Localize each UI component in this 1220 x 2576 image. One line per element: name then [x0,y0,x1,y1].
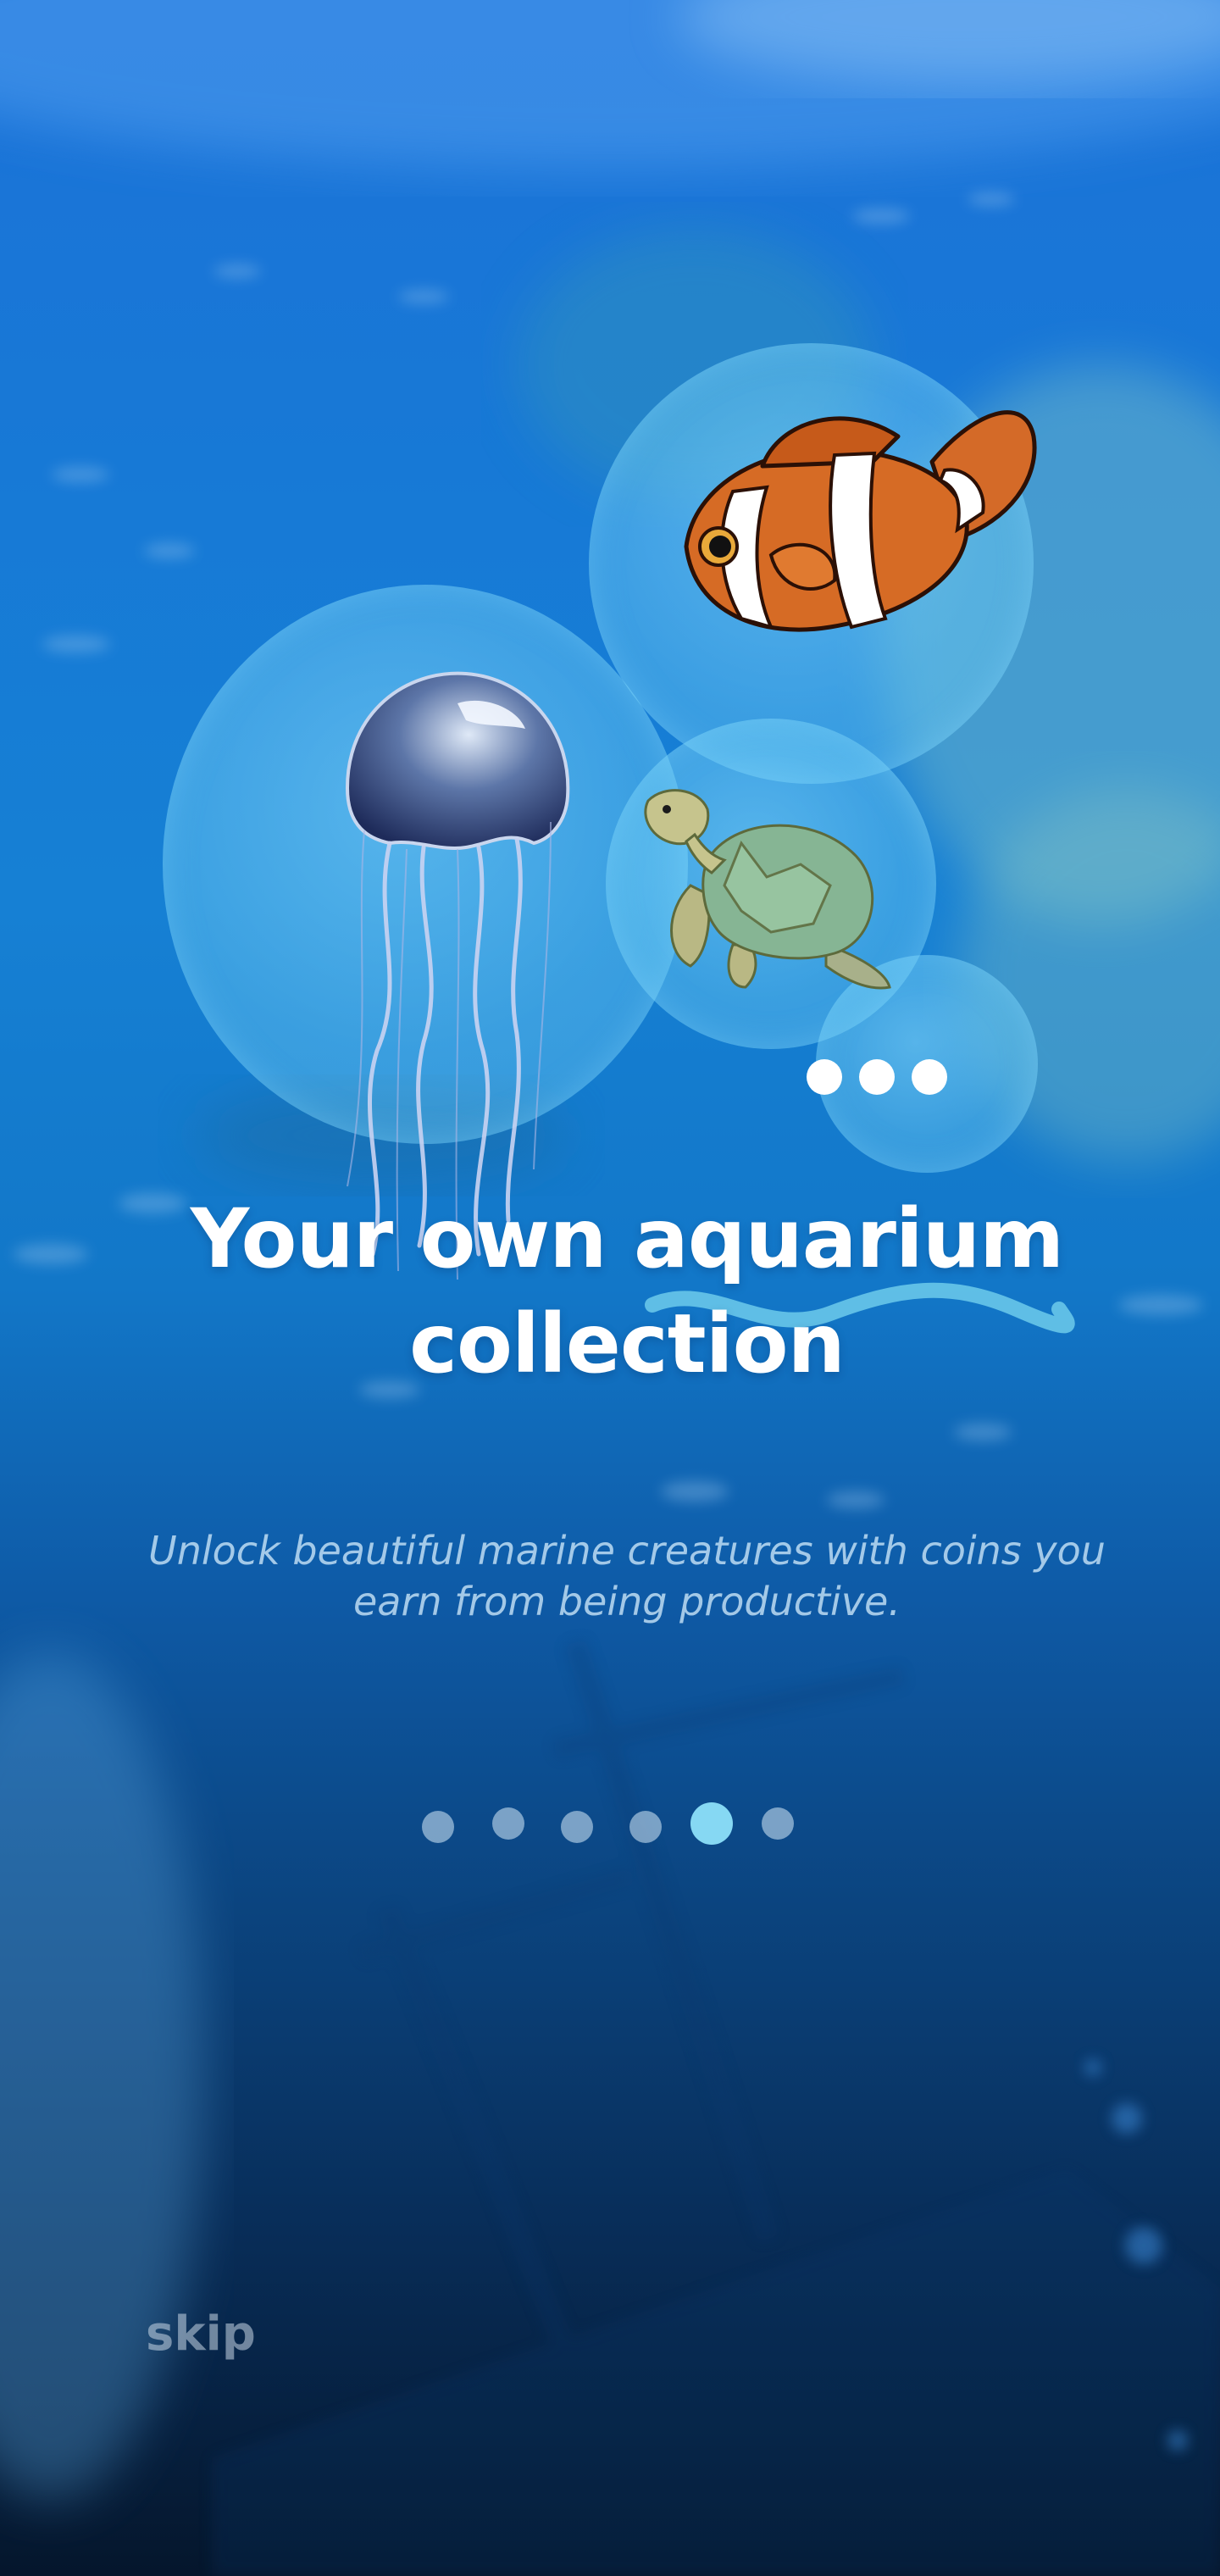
page-dot-1[interactable] [422,1811,454,1843]
page-dot-6[interactable] [762,1807,794,1840]
page-dot-4[interactable] [629,1811,662,1843]
page-indicator [0,1801,1220,1848]
onboarding-title: Your own aquarium collection [190,1191,1064,1391]
onboarding-subtitle: Unlock beautiful marine creatures with c… [148,1528,1106,1624]
page-dot-3[interactable] [561,1811,593,1843]
page-dot-5-active[interactable] [690,1802,733,1845]
onboarding-screen: Your own aquarium collection Unlock beau… [0,0,1220,2576]
page-dot-2[interactable] [492,1807,524,1840]
clownfish-icon [684,410,1037,632]
skip-button[interactable]: skip [146,2307,256,2362]
sea-turtle-icon [644,789,891,990]
more-creatures-icon [807,1059,951,1096]
